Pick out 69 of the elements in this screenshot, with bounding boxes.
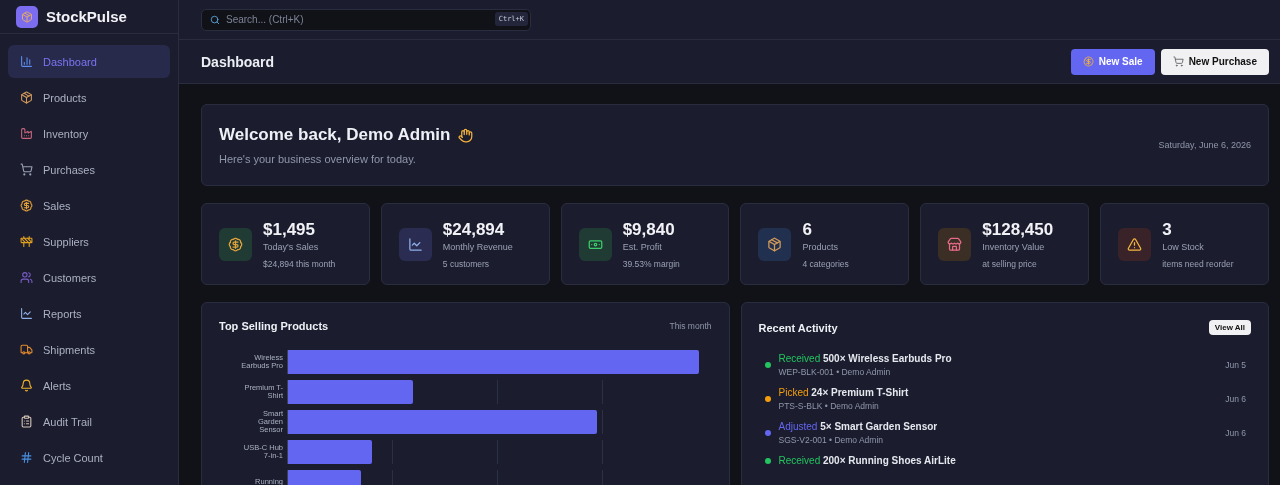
period-label: This month [669, 321, 712, 331]
number-icon [20, 451, 33, 464]
stat-label: Monthly Revenue [442, 241, 513, 252]
stat-value: $9,840 [622, 219, 676, 240]
sidebar-item[interactable]: Cycle Count [8, 441, 170, 474]
activity-text: Adjusted 5× Smart Garden Sensor [778, 421, 939, 432]
stat-note: 39.53% margin [622, 258, 680, 269]
logo-icon [16, 5, 38, 28]
sidebar-item[interactable]: Customers [8, 261, 170, 294]
line-chart-icon [407, 236, 423, 252]
activity-date: Jun 5 [1225, 360, 1246, 370]
stat-note: $24,894 this month [263, 258, 336, 269]
activity-meta: SGS-V2-001 • Demo Admin [778, 435, 885, 445]
package-icon [767, 236, 783, 252]
sidebar-item[interactable]: Products [8, 81, 170, 114]
activity-meta: WEP-BLK-001 • Demo Admin [778, 367, 892, 377]
stat-value: $128,450 [982, 219, 1054, 240]
bell-icon [20, 379, 33, 392]
warning-icon [1127, 236, 1143, 252]
stat-value: 6 [802, 219, 813, 240]
sidebar-item[interactable]: Audit Trail [8, 405, 170, 438]
activity-date: Jun 6 [1225, 394, 1246, 404]
waving-hand-icon [458, 127, 474, 143]
sidebar-item[interactable]: Shipments [8, 333, 170, 366]
stat-value: $1,495 [263, 219, 316, 240]
stat-note: 4 categories [802, 258, 849, 269]
welcome-title: Welcome back, Demo Admin [219, 125, 451, 145]
package-icon [20, 91, 33, 104]
shopping-cart-icon [20, 163, 33, 176]
sidebar-item[interactable]: Suppliers [8, 225, 170, 258]
shopping-cart-icon [1172, 56, 1184, 67]
brand-name: StockPulse [46, 8, 127, 25]
stat-note: 5 customers [442, 258, 491, 269]
factory-icon [20, 127, 33, 140]
activity-text: Picked 24× Premium T-Shirt [778, 387, 910, 398]
stat-note: at selling price [982, 258, 1038, 269]
stat-label: Est. Profit [622, 241, 663, 252]
users-icon [20, 271, 33, 284]
activity-text: Received 200× Running Shoes AirLite [778, 455, 957, 466]
stat-label: Inventory Value [982, 241, 1046, 252]
stat-value: $24,894 [442, 219, 506, 240]
sidebar-item[interactable]: Inventory [8, 117, 170, 150]
stat-label: Low Stock [1162, 241, 1205, 252]
new-purchase-button[interactable]: New Purchase [1160, 48, 1269, 75]
stat-label: Today's Sales [263, 241, 320, 252]
new-sale-button[interactable]: New Sale [1070, 48, 1155, 75]
line-chart-icon [20, 307, 33, 320]
panel-title: Recent Activity [758, 321, 838, 334]
clipboard-icon [20, 415, 33, 428]
stat-note: items need reorder [1162, 258, 1234, 269]
sidebar-item[interactable]: Sales [8, 189, 170, 222]
stat-label: Products [802, 241, 839, 252]
sidebar-item[interactable]: Alerts [8, 369, 170, 402]
page-title: Dashboard [201, 53, 275, 70]
sidebar-item[interactable]: Dashboard [8, 45, 170, 78]
search-icon [210, 14, 220, 25]
activity-date: Jun 6 [1225, 428, 1246, 438]
sidebar-item[interactable]: Reports [8, 297, 170, 330]
truck-icon [20, 343, 33, 356]
panel-title: Top Selling Products [219, 320, 329, 332]
activity-text: Received 500× Wireless Earbuds Pro [778, 353, 953, 364]
current-date: Saturday, June 6, 2026 [1158, 140, 1251, 150]
activity-meta: PTS-S-BLK • Demo Admin [778, 401, 880, 411]
sidebar-item[interactable]: Purchases [8, 153, 170, 186]
welcome-subtitle: Here's your business overview for today. [219, 153, 417, 165]
store-icon [947, 236, 963, 252]
bar-chart-icon [20, 55, 33, 68]
view-all-button[interactable]: View All [1208, 320, 1251, 335]
stat-value: 3 [1162, 219, 1173, 240]
